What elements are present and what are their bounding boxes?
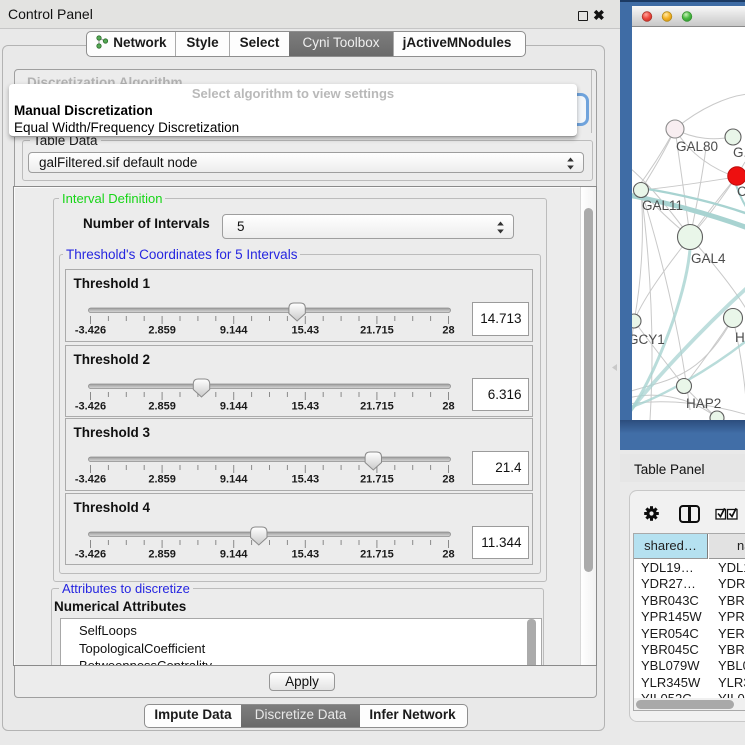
svg-text:21.715: 21.715	[360, 474, 394, 486]
svg-text:2.859: 2.859	[148, 400, 176, 412]
svg-text:15.43: 15.43	[291, 548, 319, 560]
svg-text:15.43: 15.43	[291, 400, 319, 412]
svg-text:28: 28	[442, 474, 454, 486]
svg-text:28: 28	[442, 400, 454, 412]
svg-text:GAL80: GAL80	[676, 139, 718, 154]
svg-text:HAP2: HAP2	[686, 396, 721, 411]
svg-text:G.: G.	[733, 145, 745, 160]
svg-text:21.715: 21.715	[360, 325, 394, 337]
svg-text:2.859: 2.859	[148, 325, 176, 337]
svg-text:H: H	[735, 330, 745, 345]
svg-text:9.144: 9.144	[219, 325, 247, 337]
svg-text:21.715: 21.715	[360, 548, 394, 560]
svg-text:-3.426: -3.426	[74, 325, 105, 337]
svg-text:GAL11: GAL11	[642, 198, 683, 213]
svg-text:-3.426: -3.426	[74, 400, 105, 412]
svg-text:GAL4: GAL4	[691, 251, 726, 266]
svg-text:28: 28	[442, 325, 454, 337]
svg-text:C: C	[737, 184, 745, 199]
svg-text:9.144: 9.144	[219, 548, 247, 560]
svg-text:9.144: 9.144	[219, 400, 247, 412]
svg-text:GCY1: GCY1	[632, 332, 665, 347]
svg-text:21.715: 21.715	[360, 400, 394, 412]
svg-text:15.43: 15.43	[291, 474, 319, 486]
svg-text:9.144: 9.144	[219, 474, 247, 486]
svg-text:-3.426: -3.426	[74, 474, 105, 486]
svg-text:15.43: 15.43	[291, 325, 319, 337]
svg-text:-3.426: -3.426	[74, 548, 105, 560]
svg-text:2.859: 2.859	[148, 548, 176, 560]
svg-text:2.859: 2.859	[148, 474, 176, 486]
svg-text:28: 28	[442, 548, 454, 560]
